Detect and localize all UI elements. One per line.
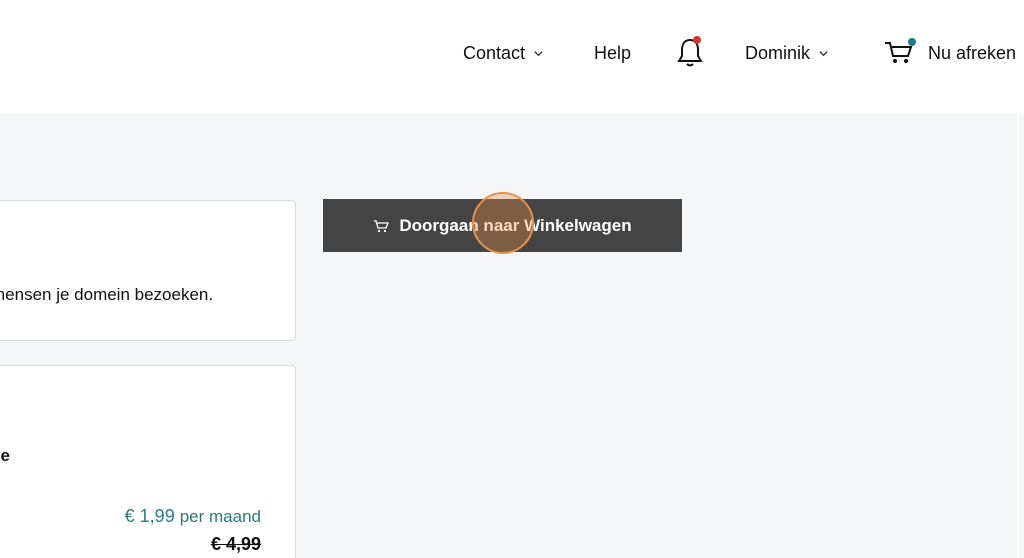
- product-price: € 1,99 per maand: [125, 506, 261, 527]
- cart-badge: [908, 38, 916, 46]
- checkout-label: Nu afreken: [928, 42, 1017, 63]
- notification-badge: [693, 36, 701, 44]
- chevron-down-icon: [534, 50, 543, 56]
- contact-label: Contact: [463, 42, 526, 63]
- product-title: se: [0, 446, 10, 465]
- domain-info-card: mensen je domein bezoeken.: [0, 200, 296, 341]
- top-header: Contact Help Dominik Nu afreken: [0, 0, 1024, 113]
- checkout-link[interactable]: Nu afreken: [884, 38, 1016, 68]
- edge-divider: [1017, 0, 1019, 558]
- cart-icon: [374, 219, 390, 232]
- cart-icon-wrap: [884, 38, 916, 66]
- help-link[interactable]: Help: [594, 38, 631, 68]
- price-period: per maand: [179, 507, 261, 526]
- chevron-down-icon: [819, 50, 828, 56]
- continue-to-cart-button[interactable]: Doorgaan naar Winkelwagen: [323, 199, 682, 252]
- price-amount: € 1,99: [124, 506, 175, 526]
- user-menu[interactable]: Dominik: [745, 38, 829, 68]
- old-price: € 4,99: [210, 534, 261, 554]
- contact-menu[interactable]: Contact: [463, 38, 544, 68]
- continue-button-label: Doorgaan naar Winkelwagen: [399, 215, 632, 235]
- card-description: mensen je domein bezoeken.: [0, 285, 214, 304]
- notifications-button[interactable]: [675, 36, 705, 70]
- product-card: se € 1,99 per maand € 4,99: [0, 365, 296, 558]
- help-label: Help: [594, 42, 632, 63]
- user-label: Dominik: [745, 42, 811, 63]
- page: Contact Help Dominik Nu afreken mensen j…: [0, 0, 1024, 558]
